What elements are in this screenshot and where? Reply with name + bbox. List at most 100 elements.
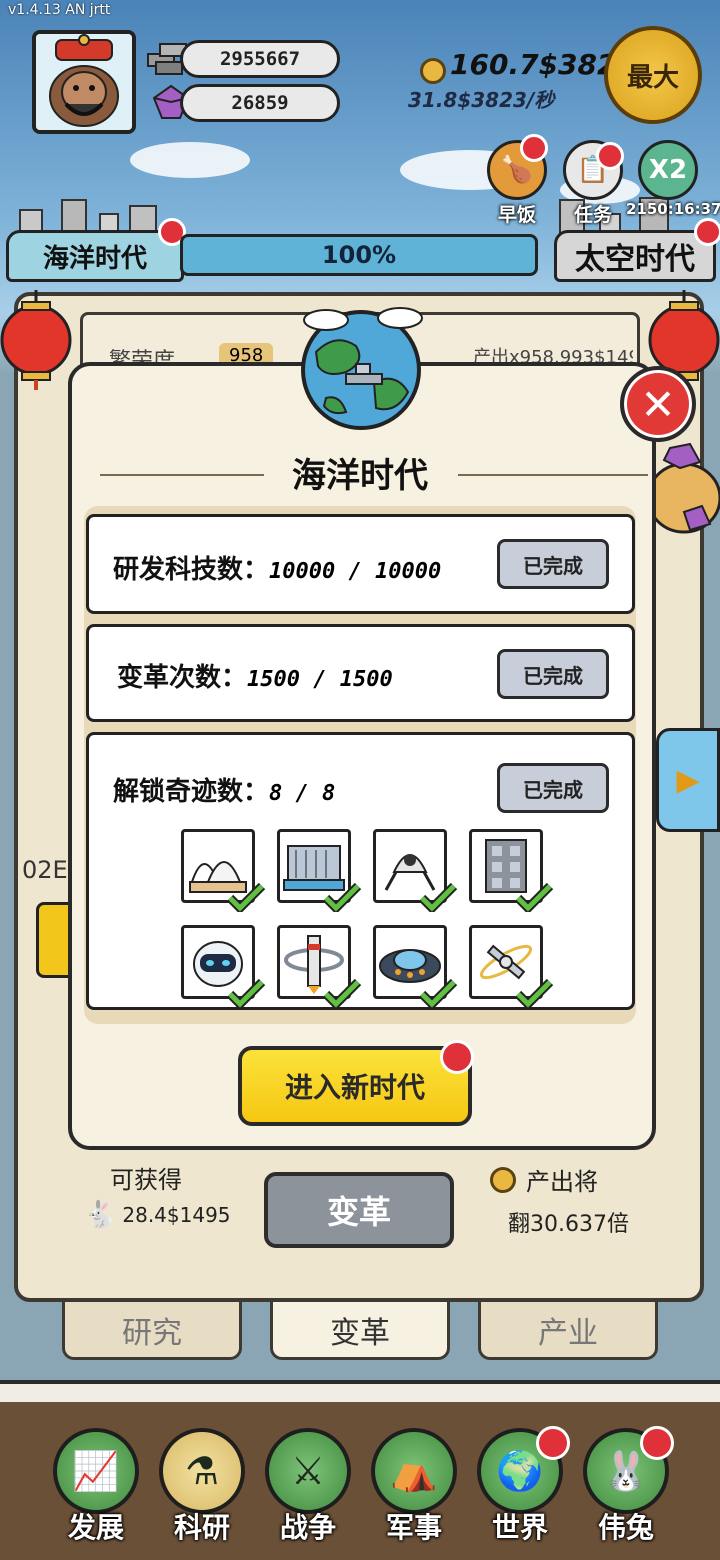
gem-counter: 26859 xyxy=(180,84,340,122)
nav-research[interactable]: ⚗ 科研 xyxy=(152,1428,252,1556)
era-progress-value: 100% xyxy=(321,241,397,269)
player-avatar[interactable] xyxy=(32,30,136,134)
output-will-row: 产出将 xyxy=(490,1162,598,1197)
wonder-lunar-lander[interactable] xyxy=(373,829,458,912)
flask-icon: ⚗ xyxy=(159,1428,245,1514)
output-will-value: 翻30.637倍 xyxy=(508,1212,629,1237)
double-bonus-button[interactable]: X2 2150:16:37 xyxy=(626,140,720,218)
rabbit-token-icon: 🐇 xyxy=(84,1200,117,1230)
requirement-reform-status: 已完成 xyxy=(497,649,609,699)
requirement-wonder-status: 已完成 xyxy=(497,763,609,813)
next-era-label: 太空时代 xyxy=(575,242,695,277)
close-icon: ✕ xyxy=(640,379,676,429)
requirement-wonder: 解锁奇迹数： 8 / 8 已完成 xyxy=(86,732,635,1010)
obtain-label: 可获得 xyxy=(110,1166,182,1194)
wonder-building[interactable] xyxy=(277,829,362,912)
silver-counter: 2955667 xyxy=(180,40,340,78)
obtain-row: 🐇 28.4$1495 xyxy=(84,1200,231,1230)
breakfast-label: 早饭 xyxy=(497,204,536,226)
nav-rabbit-badge xyxy=(640,1426,674,1460)
current-era-label: 海洋时代 xyxy=(42,243,147,274)
check-icon xyxy=(226,978,266,1008)
requirement-wonder-progress: 8 / 8 xyxy=(269,781,336,806)
nav-world-badge xyxy=(536,1426,570,1460)
current-era-tab[interactable]: 海洋时代 xyxy=(6,230,184,282)
reform-button[interactable]: 变革 xyxy=(264,1172,454,1248)
lantern-left-icon xyxy=(0,290,72,390)
wonder-ufo[interactable] xyxy=(373,925,458,1008)
reform-button-label: 变革 xyxy=(326,1193,391,1231)
tab-research[interactable]: 研究 xyxy=(62,1302,242,1360)
side-value-text: 02E xyxy=(22,856,68,884)
gold-coin-icon xyxy=(420,58,446,84)
double-bonus-timer: 2150:16:37 xyxy=(626,200,720,218)
emperor-rabbit-icon xyxy=(36,34,132,130)
requirement-tech-label: 研发科技数： xyxy=(113,555,270,585)
enter-new-era-label: 进入新时代 xyxy=(284,1071,425,1104)
enter-new-era-badge xyxy=(440,1040,474,1074)
enter-new-era-button[interactable]: 进入新时代 xyxy=(238,1046,472,1126)
nav-military-label: 军事 xyxy=(385,1511,442,1544)
wonder-space-station[interactable] xyxy=(277,925,362,1008)
nav-war-label: 战争 xyxy=(279,1511,336,1544)
next-era-tab[interactable]: 太空时代 xyxy=(554,230,716,282)
task-badge xyxy=(596,142,624,170)
gem-value: 26859 xyxy=(231,92,289,114)
coin-small-icon xyxy=(490,1166,516,1193)
side-arrow-button[interactable]: ▶ xyxy=(656,728,720,832)
tab-research-label: 研究 xyxy=(122,1315,182,1351)
tab-industry-label: 产业 xyxy=(538,1315,598,1351)
wonder-robot[interactable] xyxy=(181,925,266,1008)
tent-icon: ⛺ xyxy=(371,1428,457,1514)
gold-rate: 31.8$3823/秒 xyxy=(408,88,555,112)
nav-develop-label: 发展 xyxy=(67,1511,124,1544)
requirement-tech: 研发科技数： 10000 / 10000 已完成 xyxy=(86,514,635,614)
silver-value: 2955667 xyxy=(219,48,301,70)
globe-ship-icon xyxy=(301,307,423,430)
requirement-tech-status: 已完成 xyxy=(497,539,609,589)
requirement-reform-status-label: 已完成 xyxy=(523,663,583,688)
check-icon xyxy=(322,882,362,912)
nav-rabbit-label: 伟兔 xyxy=(597,1511,654,1544)
wonder-skyscraper[interactable] xyxy=(469,829,554,912)
wonder-satellite[interactable] xyxy=(469,925,554,1008)
nav-military[interactable]: ⛺ 军事 xyxy=(364,1428,464,1556)
x2-glyph: X2 xyxy=(648,155,688,185)
tab-reform[interactable]: 变革 xyxy=(270,1302,450,1360)
requirement-tech-status-label: 已完成 xyxy=(523,553,583,578)
requirement-tech-text: 研发科技数： 10000 / 10000 xyxy=(113,549,441,586)
side-yellow-tab[interactable] xyxy=(36,902,72,978)
wonder-opera-house[interactable] xyxy=(181,829,266,912)
next-era-badge xyxy=(694,218,720,246)
x2-icon: X2 xyxy=(638,140,698,200)
tab-industry[interactable]: 产业 xyxy=(478,1302,658,1360)
tab-reform-label: 变革 xyxy=(330,1315,390,1351)
max-button[interactable]: 最大 xyxy=(604,26,702,124)
requirement-tech-progress: 10000 / 10000 xyxy=(269,559,442,584)
nav-war[interactable]: ⚔ 战争 xyxy=(258,1428,358,1556)
modal-title: 海洋时代 xyxy=(292,456,428,496)
output-will-label: 产出将 xyxy=(526,1168,598,1196)
swords-icon: ⚔ xyxy=(265,1428,351,1514)
check-icon xyxy=(514,978,554,1008)
check-icon xyxy=(418,882,458,912)
develop-icon: 📈 xyxy=(53,1428,139,1514)
breakfast-badge xyxy=(520,134,548,162)
requirement-reform-label: 变革次数： xyxy=(117,663,248,693)
task-label: 任务 xyxy=(573,204,612,226)
check-icon xyxy=(418,978,458,1008)
requirement-reform-text: 变革次数： 1500 / 1500 xyxy=(117,657,393,694)
obtain-value: 28.4$1495 xyxy=(122,1203,231,1227)
requirement-reform-progress: 1500 / 1500 xyxy=(247,667,393,692)
requirement-wonder-text: 解锁奇迹数： 8 / 8 xyxy=(113,771,335,808)
play-arrow-icon: ▶ xyxy=(676,762,700,798)
check-icon xyxy=(514,882,554,912)
version-label: v1.4.13 AN jrtt xyxy=(8,2,111,18)
requirement-wonder-label: 解锁奇迹数： xyxy=(113,777,270,807)
nav-develop[interactable]: 📈 发展 xyxy=(46,1428,146,1556)
max-button-label: 最大 xyxy=(626,62,679,93)
nav-world-label: 世界 xyxy=(491,1511,548,1544)
close-button[interactable]: ✕ xyxy=(620,366,696,442)
requirement-reform: 变革次数： 1500 / 1500 已完成 xyxy=(86,624,635,722)
check-icon xyxy=(226,882,266,912)
